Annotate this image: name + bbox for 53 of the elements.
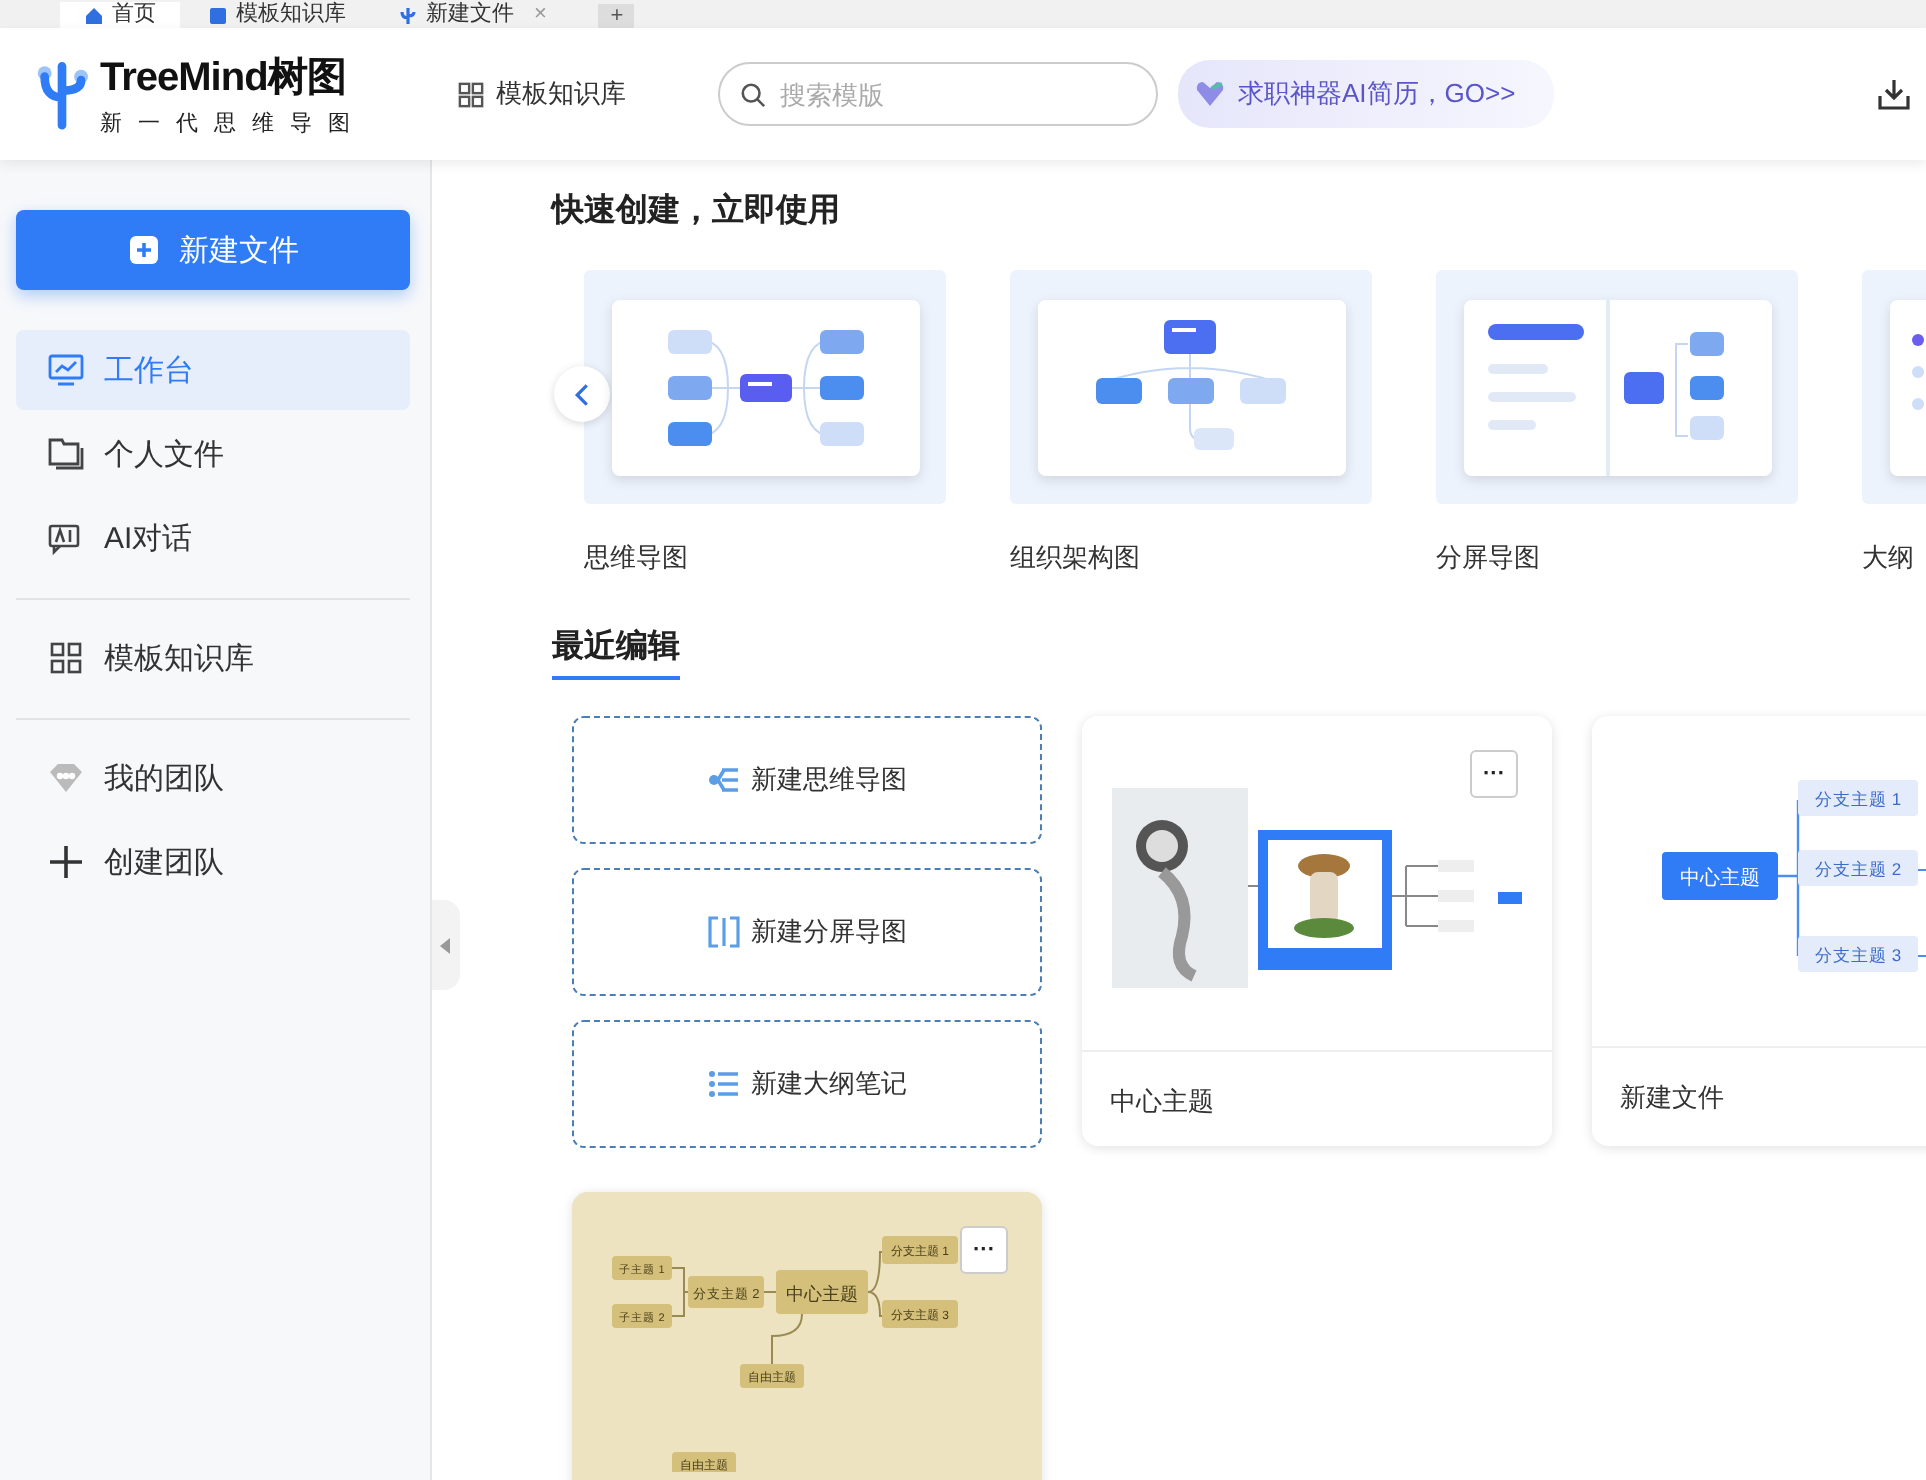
more-button[interactable]: ··· — [1470, 750, 1518, 798]
download-icon[interactable] — [1878, 78, 1910, 110]
grid-icon — [458, 81, 484, 107]
new-tab-button[interactable]: + — [598, 4, 635, 28]
file-name: 新建文件 — [1618, 1080, 1726, 1116]
sidebar-item[interactable]: 模板知识库 — [16, 618, 410, 698]
logo-text: TreeMind树图 — [100, 54, 348, 104]
template-library-link[interactable]: 模板知识库 — [458, 76, 718, 112]
more-button[interactable]: ··· — [960, 1226, 1008, 1274]
sidebar-item[interactable]: AI对话 — [16, 498, 410, 578]
create-button[interactable]: 新建分屏导图 — [572, 868, 1042, 996]
add-file-icon — [127, 234, 159, 266]
chevron-left-icon — [574, 381, 590, 407]
logo-icon — [36, 58, 88, 130]
split-icon — [707, 916, 739, 948]
tree-icon — [398, 5, 418, 25]
browser-tab[interactable]: 新建文件 × — [374, 2, 571, 28]
file-name: 中心主题 — [1108, 1084, 1216, 1120]
triangle-left-icon — [440, 937, 452, 953]
list-icon — [707, 1068, 739, 1100]
previous-button[interactable] — [554, 366, 610, 422]
sidebar-item[interactable]: 个人文件 — [16, 414, 410, 494]
sidebar-item[interactable]: 创建团队 — [16, 822, 410, 902]
map-node: 分支主题 2 — [1798, 850, 1918, 886]
map-node: 分支主题 1 — [1798, 780, 1918, 816]
search-field[interactable]: 搜索模版 — [718, 62, 1158, 126]
section-title: 快速创建，立即使用 — [552, 190, 842, 232]
search-input[interactable]: 搜索模版 — [776, 77, 1104, 111]
new-file-button[interactable]: 新建文件 — [16, 210, 410, 290]
map-node: 中心主题 — [776, 1270, 868, 1314]
connector-lines — [1917, 869, 1926, 957]
create-button[interactable]: 新建思维导图 — [572, 716, 1042, 844]
mindmap-icon — [707, 764, 739, 796]
chat-icon — [48, 520, 84, 556]
promo-banner[interactable]: 求职神器AI简历，GO>> — [1178, 60, 1554, 128]
create-button[interactable]: 新建大纲笔记 — [572, 1020, 1042, 1148]
file-card[interactable]: ··· 中心主题 — [1082, 716, 1552, 1146]
browser-tab[interactable]: 模板知识库 — [184, 2, 370, 28]
monitor-icon — [48, 352, 84, 388]
plus-icon — [48, 844, 84, 880]
tagline: 新一代思维导图 — [100, 109, 366, 138]
grid-icon — [48, 640, 84, 676]
sidebar-item[interactable]: 我的团队 — [16, 738, 410, 818]
map-node: 中心主题 — [1662, 852, 1778, 900]
browser-tab[interactable]: 首页 — [60, 2, 180, 28]
heart-icon — [1194, 78, 1226, 110]
search-icon — [740, 81, 766, 107]
file-card[interactable]: 中心主题 分支主题 1 分支主题 2 分支主题 3 新建文件 — [1592, 716, 1926, 1146]
folder-icon — [48, 436, 84, 472]
collapse-handle[interactable] — [432, 900, 460, 990]
map-node: 分支主题 3 — [1798, 936, 1918, 972]
section-tab[interactable]: 最近编辑 — [552, 626, 680, 680]
diamond-icon — [48, 760, 84, 796]
